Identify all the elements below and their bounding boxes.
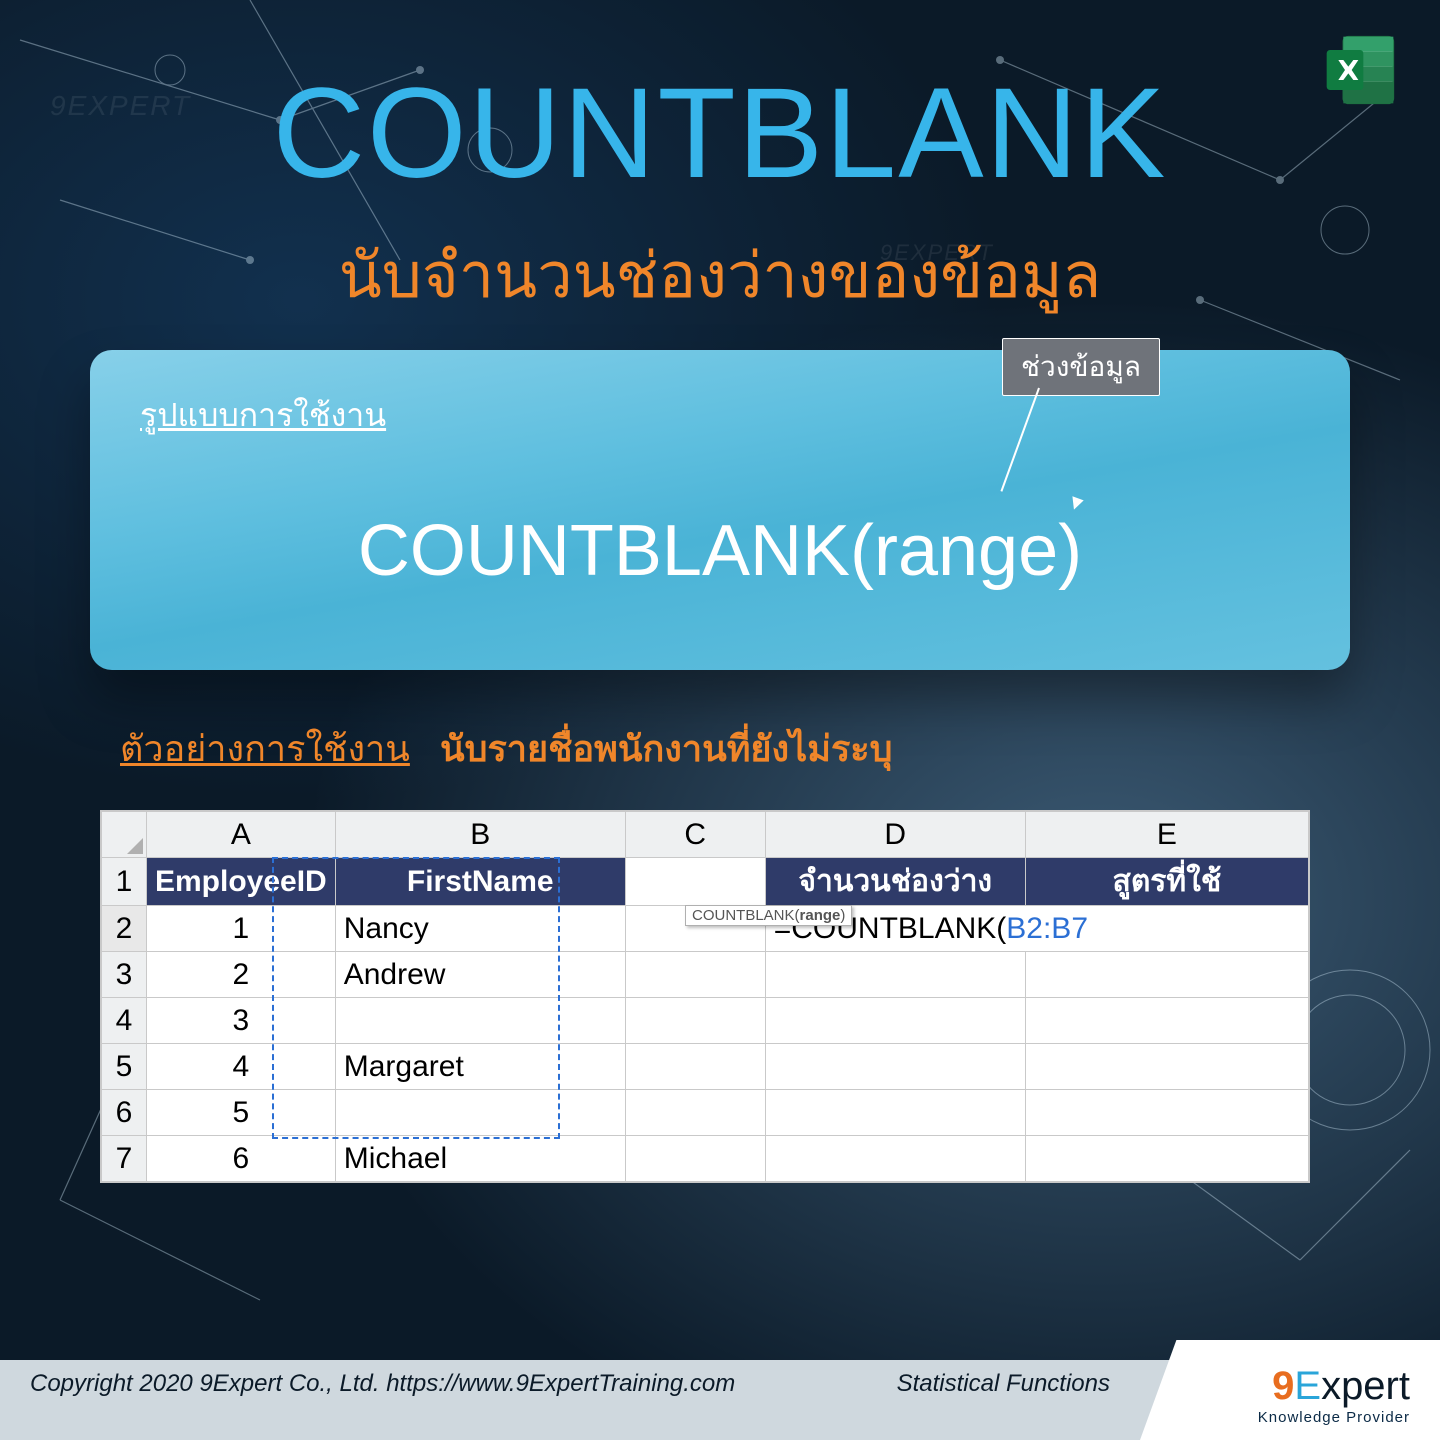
cell[interactable]: Andrew (335, 952, 625, 998)
col-header[interactable]: E (1025, 812, 1308, 858)
cell[interactable]: 3 (147, 998, 336, 1044)
function-title: COUNTBLANK (0, 60, 1440, 207)
cell[interactable] (625, 952, 765, 998)
cell[interactable]: Margaret (335, 1044, 625, 1090)
formula-range: B2:B7 (1006, 912, 1088, 945)
cell[interactable] (625, 998, 765, 1044)
cell[interactable] (625, 1044, 765, 1090)
cell[interactable] (1025, 998, 1308, 1044)
cell[interactable] (1025, 1136, 1308, 1182)
tooltip-arg: range (800, 907, 841, 924)
formula-tooltip: COUNTBLANK(range) (685, 905, 852, 926)
col-header[interactable]: A (147, 812, 336, 858)
cell[interactable]: 2 (147, 952, 336, 998)
function-subtitle: นับจำนวนช่องว่างของข้อมูล (0, 225, 1440, 325)
spreadsheet: A B C D E 1 EmployeeID FirstName จำนวนช่… (100, 810, 1310, 1183)
col-header[interactable]: B (335, 812, 625, 858)
cell[interactable]: 1 (147, 906, 336, 952)
cell[interactable] (335, 1090, 625, 1136)
table-header[interactable]: สูตรที่ใช้ (1025, 858, 1308, 906)
row-header[interactable]: 1 (102, 858, 147, 906)
col-header[interactable]: D (765, 812, 1025, 858)
table-header[interactable]: FirstName (335, 858, 625, 906)
tooltip-func: COUNTBLANK (692, 907, 795, 924)
example-heading: ตัวอย่างการใช้งาน (120, 720, 410, 777)
row-header[interactable]: 3 (102, 952, 147, 998)
select-all-corner[interactable] (102, 812, 147, 858)
infographic: 9EXPERT 9EXPERT COUNTBLANK นับจำนวนช่องว… (0, 0, 1440, 1440)
cell[interactable] (765, 1136, 1025, 1182)
cell[interactable] (625, 1090, 765, 1136)
row-header-active[interactable]: 2 (102, 906, 147, 952)
cell[interactable] (1025, 1044, 1308, 1090)
category-label: Statistical Functions (897, 1370, 1110, 1398)
row-header[interactable]: 4 (102, 998, 147, 1044)
syntax-panel: รูปแบบการใช้งาน ช่วงข้อมูล COUNTBLANK(ra… (90, 350, 1350, 670)
copyright: Copyright 2020 9Expert Co., Ltd. https:/… (30, 1370, 735, 1398)
cell[interactable]: Michael (335, 1136, 625, 1182)
cell[interactable] (765, 998, 1025, 1044)
cell[interactable]: 6 (147, 1136, 336, 1182)
cell[interactable] (625, 1136, 765, 1182)
cell[interactable] (1025, 952, 1308, 998)
cell[interactable] (1025, 1090, 1308, 1136)
cell[interactable] (765, 1090, 1025, 1136)
syntax-label: รูปแบบการใช้งาน (140, 390, 1300, 441)
cell[interactable]: Nancy (335, 906, 625, 952)
brand-tagline: Knowledge Provider (1258, 1409, 1410, 1426)
syntax-formula: COUNTBLANK(range) (90, 510, 1350, 592)
footer: Copyright 2020 9Expert Co., Ltd. https:/… (0, 1360, 1440, 1440)
row-header[interactable]: 5 (102, 1044, 147, 1090)
table-header[interactable]: จำนวนช่องว่าง (765, 858, 1025, 906)
table-header[interactable]: EmployeeID (147, 858, 336, 906)
cell[interactable] (335, 998, 625, 1044)
cell[interactable]: 4 (147, 1044, 336, 1090)
row-header[interactable]: 6 (102, 1090, 147, 1136)
row-header[interactable]: 7 (102, 1136, 147, 1182)
col-header[interactable]: C (625, 812, 765, 858)
example-description: นับรายชื่อพนักงานที่ยังไม่ระบุ (440, 720, 892, 777)
brand-logo: 9Expert Knowledge Provider (1258, 1364, 1410, 1426)
cell[interactable] (765, 1044, 1025, 1090)
cell[interactable]: 5 (147, 1090, 336, 1136)
cell[interactable] (765, 952, 1025, 998)
cell[interactable] (625, 858, 765, 906)
argument-tag: ช่วงข้อมูล (1002, 338, 1160, 396)
